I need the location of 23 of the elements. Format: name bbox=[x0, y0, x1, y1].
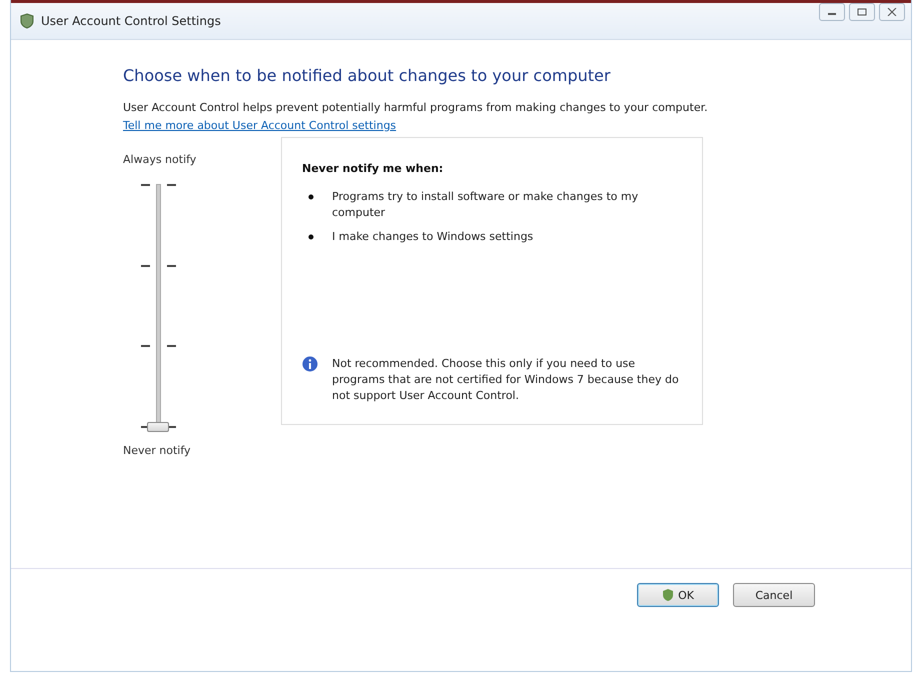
minimize-button[interactable] bbox=[819, 3, 845, 21]
details-title: Never notify me when: bbox=[302, 162, 444, 175]
shield-icon bbox=[19, 13, 35, 29]
slider-thumb[interactable] bbox=[147, 422, 169, 432]
page-heading: Choose when to be notified about changes to your computer bbox=[123, 66, 612, 85]
slider-top-label: Always notify bbox=[123, 153, 196, 166]
close-icon bbox=[887, 8, 897, 16]
cancel-button[interactable]: Cancel bbox=[733, 583, 815, 607]
maximize-button[interactable] bbox=[849, 3, 875, 21]
maximize-icon bbox=[857, 8, 867, 16]
help-link[interactable]: Tell me more about User Account Control settings bbox=[123, 119, 396, 132]
window-title: User Account Control Settings bbox=[41, 14, 221, 28]
close-button[interactable] bbox=[879, 3, 905, 21]
slider-bottom-label: Never notify bbox=[123, 444, 191, 457]
bullet-text: I make changes to Windows settings bbox=[332, 229, 534, 245]
bullet-icon bbox=[308, 234, 314, 240]
bullet-icon bbox=[308, 194, 314, 200]
info-icon bbox=[302, 356, 318, 372]
shield-icon bbox=[662, 589, 674, 601]
description-text: User Account Control helps prevent potentially harmful programs from making changes to your computer. bbox=[123, 101, 709, 114]
bullet-text: Programs try to install software or make changes to my computer bbox=[332, 189, 640, 221]
ok-button[interactable]: OK bbox=[637, 583, 719, 607]
note-text: Not recommended. Choose this only if you need to use programs that are not certified for Windows 7 because they do not support User Account Control. bbox=[332, 356, 680, 404]
